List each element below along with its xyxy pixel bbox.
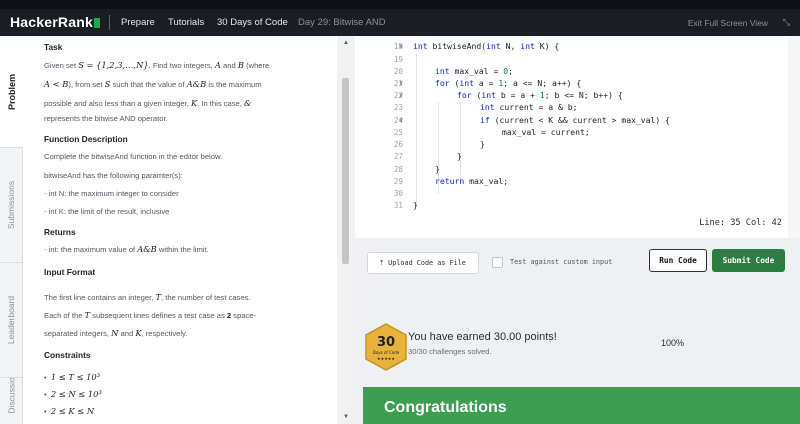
points-earned-text: You have earned 30.00 points! bbox=[408, 331, 557, 343]
nav-30-days-of-code[interactable]: 30 Days of Code bbox=[217, 17, 288, 28]
fd-line-3: - int N: the maximum integer to consider bbox=[44, 189, 179, 198]
code-line-25: max_val = current; bbox=[502, 127, 590, 137]
line-number: 19 bbox=[393, 55, 403, 64]
input-format-line-3: separated integers, N and K, respectivel… bbox=[44, 328, 188, 338]
nav-current-challenge: Day 29: Bitwise AND bbox=[298, 17, 386, 28]
editor-scrollbar[interactable] bbox=[788, 36, 800, 238]
code-line-20: int max_val = 0; bbox=[435, 66, 513, 76]
input-format-line-1: The first line contains an integer, T, t… bbox=[44, 292, 251, 302]
scroll-up-arrow-icon[interactable]: ▲ bbox=[337, 40, 355, 46]
task-line-1: Given set S = {1,2,3,…,N}. Find two inte… bbox=[44, 60, 270, 70]
line-number: 31 bbox=[393, 201, 403, 210]
upload-icon: ⤒ bbox=[380, 258, 384, 267]
custom-input-checkbox[interactable] bbox=[492, 257, 503, 268]
congratulations-banner: Congratulations bbox=[363, 387, 800, 424]
upload-code-label: Upload Code as File bbox=[388, 259, 466, 267]
nav-divider bbox=[109, 15, 110, 30]
code-line-24: if (current < K && current > max_val) { bbox=[480, 115, 671, 125]
line-number: 28 bbox=[393, 165, 403, 174]
returns-line: - int: the maximum value of A&B within t… bbox=[44, 244, 209, 254]
tab-problem[interactable]: Problem bbox=[0, 36, 23, 148]
indent-guide bbox=[416, 54, 417, 206]
fd-line-4: - int K: the limit of the result, inclus… bbox=[44, 207, 170, 216]
input-format-heading: Input Format bbox=[44, 267, 96, 277]
problem-statement: Task Given set S = {1,2,3,…,N}. Find two… bbox=[23, 36, 346, 424]
returns-heading: Returns bbox=[44, 227, 76, 237]
task-line-3: possible and also less than a given inte… bbox=[44, 98, 252, 108]
challenges-solved-text: 30/30 challenges solved. bbox=[408, 347, 492, 356]
tab-leaderboard-label: Leaderboard bbox=[6, 295, 17, 345]
workspace: 18 19 20 21 22 23 24 25 26 27 28 29 30 3… bbox=[355, 36, 800, 424]
code-line-31: } bbox=[413, 200, 418, 210]
collapse-arrows-icon[interactable]: ⤡ bbox=[783, 17, 790, 28]
line-number: 25 bbox=[393, 128, 403, 137]
tab-discussions-label: Discussions bbox=[6, 378, 17, 414]
fold-chevron-icon[interactable]: ∨ bbox=[399, 91, 403, 99]
code-line-21: for (int a = 1; a <= N; a++) { bbox=[435, 78, 582, 88]
fd-line-1: Complete the bitwiseAnd function in the … bbox=[44, 152, 223, 161]
hackerrank-logo[interactable]: HackerRank bbox=[10, 14, 100, 30]
line-number: 26 bbox=[393, 140, 403, 149]
scrollbar-thumb[interactable] bbox=[342, 78, 349, 264]
30-days-badge-icon: 30 Days of Code ★★★★★ bbox=[365, 323, 407, 371]
indent-guide bbox=[460, 102, 461, 182]
submit-code-button[interactable]: Submit Code bbox=[712, 249, 785, 272]
constraint-1: • 1 ≤ T ≤ 10³ bbox=[44, 372, 101, 382]
constraints-heading: Constraints bbox=[44, 350, 91, 360]
badge-stars: ★★★★★ bbox=[377, 356, 395, 361]
line-number: 27 bbox=[393, 152, 403, 161]
top-nav: HackerRank Prepare Tutorials 30 Days of … bbox=[0, 9, 800, 36]
app-root: HackerRank Prepare Tutorials 30 Days of … bbox=[0, 0, 800, 424]
tab-submissions-label: Submissions bbox=[6, 180, 17, 230]
code-line-29: return max_val; bbox=[435, 176, 509, 186]
code-line-26: } bbox=[480, 139, 485, 149]
input-format-line-2: Each of the T subsequent lines defines a… bbox=[44, 310, 257, 320]
task-heading: Task bbox=[44, 42, 63, 52]
fd-line-2: bitwiseAnd has the following paramter(s)… bbox=[44, 171, 183, 180]
nav-tutorials[interactable]: Tutorials bbox=[168, 17, 204, 28]
nav-prepare[interactable]: Prepare bbox=[121, 17, 155, 28]
scroll-down-arrow-icon[interactable]: ▼ bbox=[337, 414, 355, 420]
cursor-position-status: Line: 35 Col: 42 bbox=[699, 218, 782, 228]
tab-problem-label: Problem bbox=[6, 73, 17, 110]
code-line-22: for (int b = a + 1; b <= N; b++) { bbox=[457, 90, 623, 100]
problem-scrollbar[interactable]: ▲ ▼ bbox=[337, 36, 355, 424]
constraint-3: • 2 ≤ K ≤ N bbox=[44, 406, 95, 416]
badge-label: Days of Code bbox=[373, 350, 400, 355]
line-number: 20 bbox=[393, 67, 403, 76]
badge-number: 30 bbox=[377, 335, 395, 350]
line-number: 29 bbox=[393, 177, 403, 186]
code-line-23: int current = a & b; bbox=[480, 102, 578, 112]
code-line-18: int bitwiseAnd(int N, int K) { bbox=[413, 41, 560, 51]
constraint-2: • 2 ≤ N ≤ 10³ bbox=[44, 389, 102, 399]
fold-chevron-icon[interactable]: ∨ bbox=[399, 79, 403, 87]
editor-toolbar: ⤒ Upload Code as File Test against custom… bbox=[355, 238, 800, 288]
fold-chevron-icon[interactable]: ∨ bbox=[399, 42, 403, 50]
line-number: 30 bbox=[393, 189, 403, 198]
tab-leaderboard[interactable]: Leaderboard bbox=[0, 263, 23, 378]
code-line-28: } bbox=[435, 164, 440, 174]
upload-code-button[interactable]: ⤒ Upload Code as File bbox=[367, 252, 479, 274]
run-code-button[interactable]: Run Code bbox=[649, 249, 707, 272]
side-tabs: Problem Submissions Leaderboard Discussi… bbox=[0, 36, 23, 424]
tab-discussions[interactable]: Discussions bbox=[0, 378, 23, 424]
tab-submissions[interactable]: Submissions bbox=[0, 148, 23, 263]
task-line-2: A < B), from set S such that the value o… bbox=[44, 79, 262, 89]
browser-strip bbox=[0, 0, 800, 9]
custom-input-label[interactable]: Test against custom input bbox=[510, 258, 612, 266]
task-line-4: represents the bitwise AND operator. bbox=[44, 114, 168, 123]
fold-chevron-icon[interactable]: ∨ bbox=[399, 116, 403, 124]
line-number: 23 bbox=[393, 103, 403, 112]
completion-percent: 100% bbox=[661, 338, 685, 348]
function-description-heading: Function Description bbox=[44, 134, 128, 144]
code-line-27: } bbox=[457, 151, 462, 161]
code-editor[interactable]: 18 19 20 21 22 23 24 25 26 27 28 29 30 3… bbox=[355, 36, 800, 238]
exit-fullscreen-link[interactable]: Exit Full Screen View bbox=[688, 18, 768, 28]
congratulations-title: Congratulations bbox=[384, 399, 507, 416]
